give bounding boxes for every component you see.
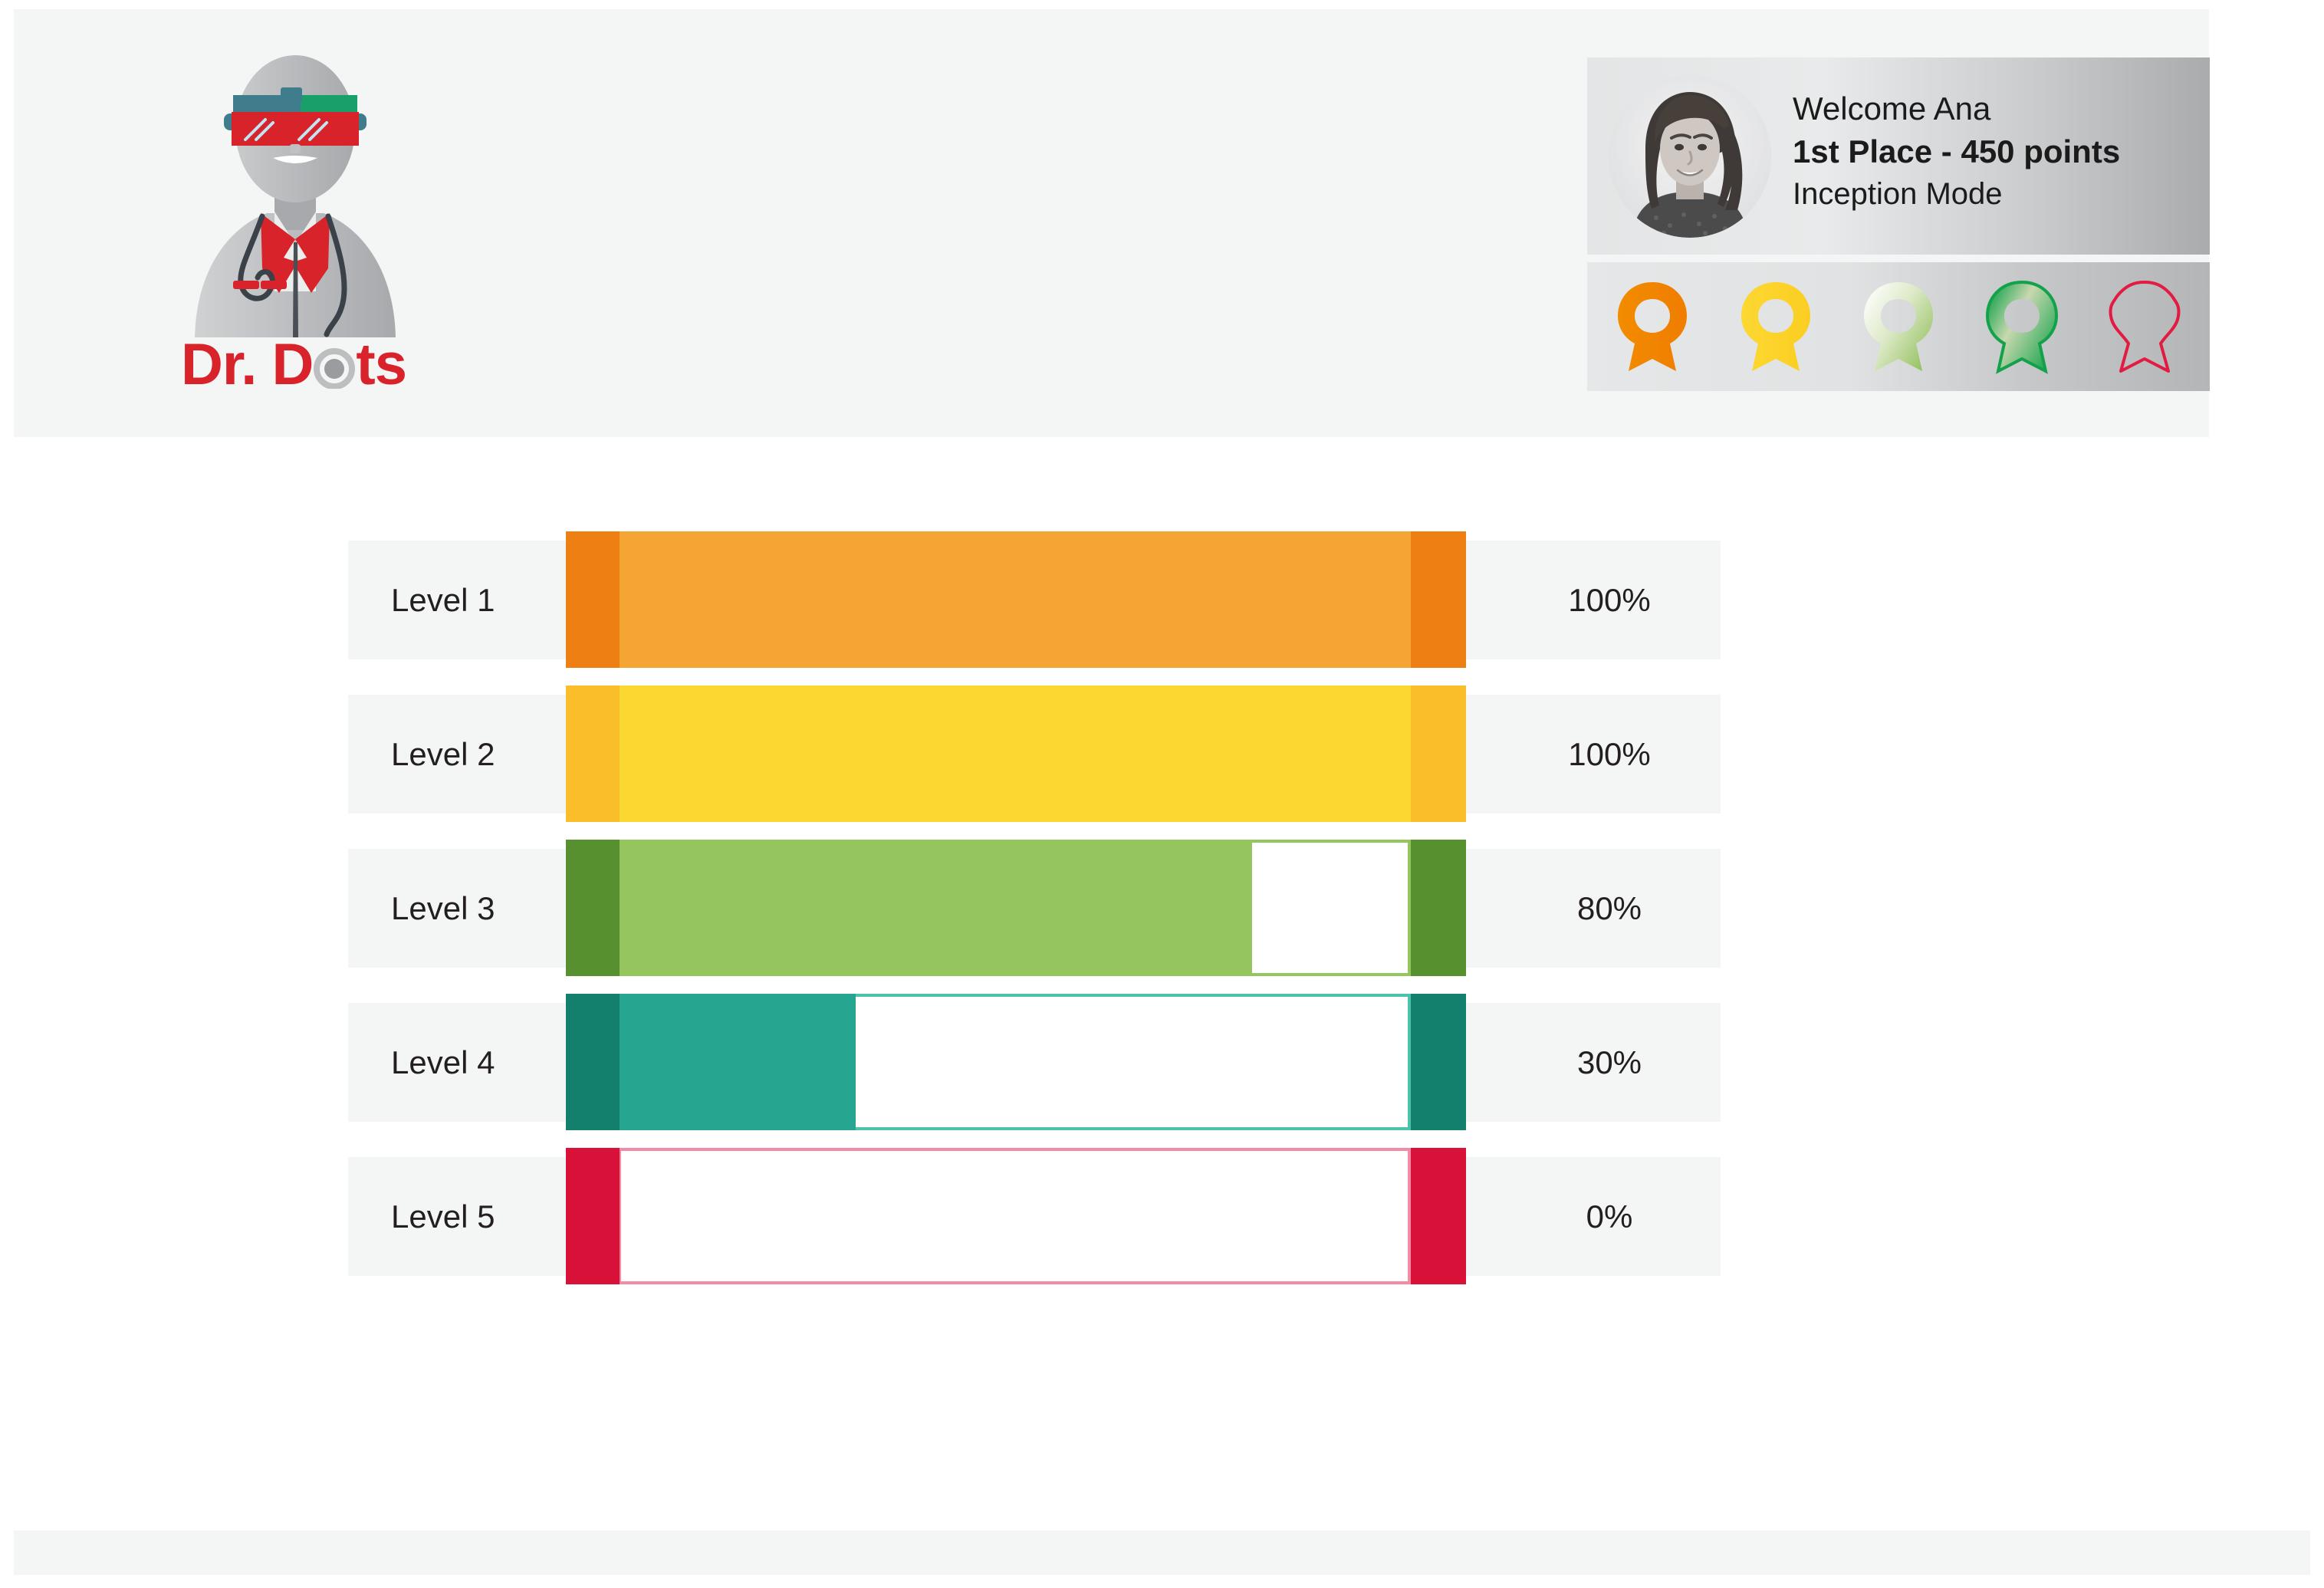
app-page: Dr. D ts Welcome Ana 1st Place - 450 poin… — [0, 0, 2324, 1588]
level-row: Level 4 30% — [348, 994, 1721, 1130]
level-label: Level 2 — [391, 735, 495, 772]
level-label: Level 4 — [391, 1044, 495, 1080]
progress-bar-level-3[interactable] — [566, 840, 1466, 976]
footer-bar — [14, 1530, 2310, 1575]
badge-ribbon-level-2-icon[interactable] — [1731, 278, 1821, 376]
progress-cap-left — [566, 686, 620, 822]
welcome-line: Welcome Ana — [1793, 90, 1991, 127]
progress-cap-left — [566, 531, 620, 668]
progress-track — [618, 1148, 1411, 1284]
level-label: Level 1 — [391, 581, 495, 618]
progress-bar-level-5[interactable] — [566, 1148, 1466, 1284]
progress-cap-right — [1411, 686, 1466, 822]
level-label: Level 3 — [391, 889, 495, 926]
badge-ribbon-level-3-icon[interactable] — [1853, 278, 1944, 376]
doctor-vr-goggles-avatar-icon — [176, 38, 414, 337]
badge-ribbon-level-1-icon[interactable] — [1607, 278, 1698, 376]
level-percent: 30% — [1576, 1044, 1642, 1080]
badge-ribbon-level-4-icon[interactable] — [1977, 278, 2067, 376]
level-row: Level 2 100% — [348, 686, 1721, 822]
user-welcome-card[interactable]: Welcome Ana 1st Place - 450 points Incep… — [1587, 57, 2210, 255]
rank-line: 1st Place - 450 points — [1793, 133, 2121, 170]
progress-fill — [618, 686, 1411, 822]
progress-cap-left — [566, 840, 620, 976]
level-percent: 0% — [1586, 1198, 1633, 1235]
level-row: Level 3 80% — [348, 840, 1721, 976]
logo-wordmark-prefix: Dr. D — [181, 332, 314, 397]
mode-line: Inception Mode — [1793, 176, 2003, 211]
level-progress-list: Level 1 100% Level 2 100% Level 3 80% Le… — [348, 531, 1721, 1302]
badge-strip — [1587, 262, 2210, 391]
user-info: Welcome Ana 1st Place - 450 points Incep… — [1793, 87, 2120, 215]
badge-ribbon-level-5-icon[interactable] — [2099, 278, 2190, 376]
progress-bar-level-1[interactable] — [566, 531, 1466, 668]
progress-cap-right — [1411, 994, 1466, 1130]
avatar — [1609, 75, 1771, 238]
stethoscope-chestpiece-icon — [313, 346, 356, 389]
progress-fill — [618, 994, 856, 1130]
header-bar: Dr. D ts Welcome Ana 1st Place - 450 poin… — [14, 9, 2210, 437]
logo-wordmark-suffix: ts — [356, 332, 407, 397]
progress-fill — [618, 531, 1411, 668]
progress-fill — [618, 840, 1252, 976]
logo-wordmark: Dr. Dts — [167, 336, 420, 394]
progress-cap-right — [1411, 840, 1466, 976]
level-row: Level 1 100% — [348, 531, 1721, 668]
progress-bar-level-2[interactable] — [566, 686, 1466, 822]
progress-cap-right — [1411, 531, 1466, 668]
app-logo[interactable]: Dr. D ts — [176, 38, 414, 414]
level-label: Level 5 — [391, 1198, 495, 1235]
level-percent: 100% — [1568, 581, 1651, 618]
level-percent: 80% — [1576, 889, 1642, 926]
progress-bar-level-4[interactable] — [566, 994, 1466, 1130]
progress-cap-right — [1411, 1148, 1466, 1284]
level-percent: 100% — [1568, 735, 1651, 772]
progress-cap-left — [566, 1148, 620, 1284]
level-row: Level 5 0% — [348, 1148, 1721, 1284]
progress-cap-left — [566, 994, 620, 1130]
